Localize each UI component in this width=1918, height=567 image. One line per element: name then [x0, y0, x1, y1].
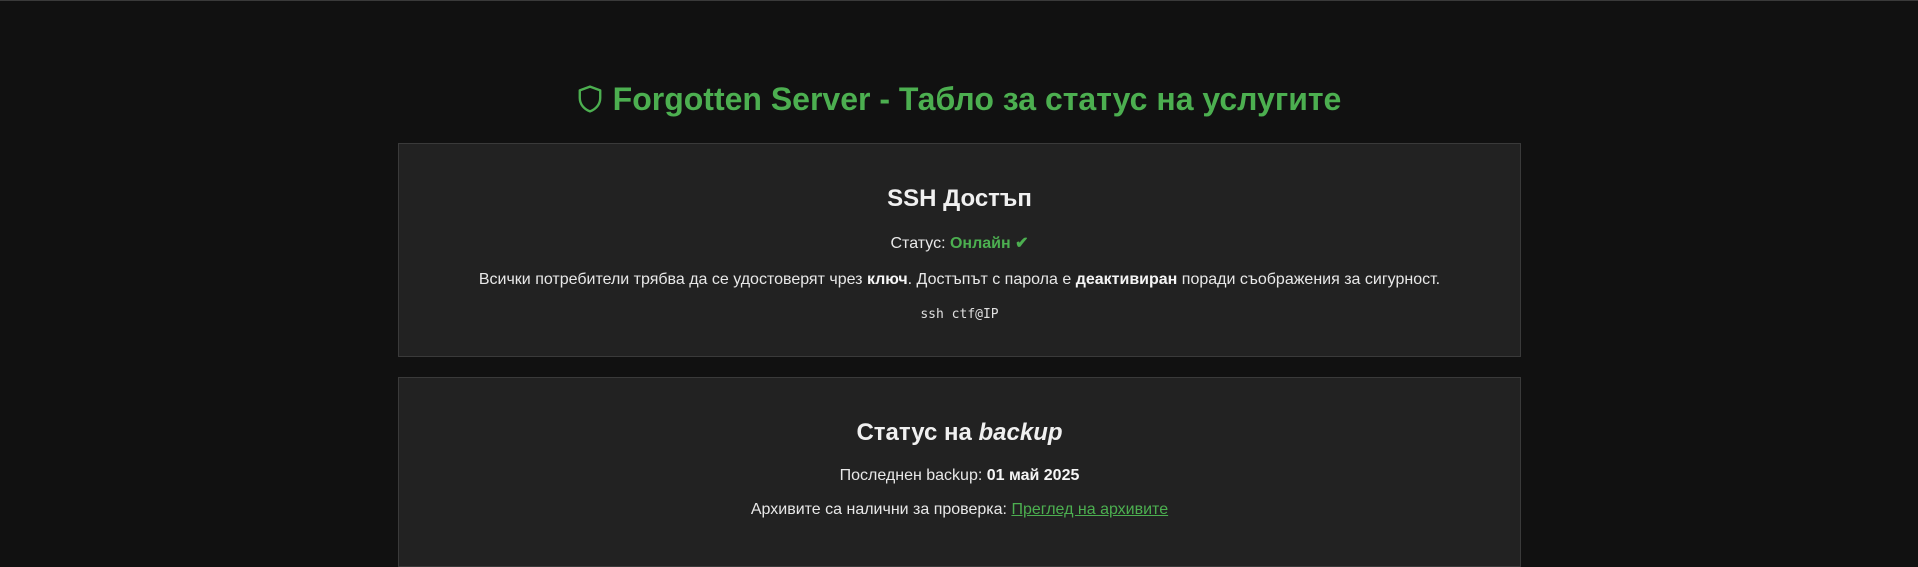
backup-card: Статус на backup Последнен backup: 01 ма…	[398, 377, 1521, 567]
ssh-status-label: Статус:	[890, 235, 950, 252]
ssh-status-line: Статус: Онлайн ✔	[399, 234, 1520, 254]
ssh-card: SSH Достъп Статус: Онлайн ✔ Всички потре…	[398, 143, 1521, 357]
page-title-text: Forgotten Server - Табло за статус на ус…	[612, 81, 1342, 117]
archives-link[interactable]: Преглед на архивите	[1011, 501, 1168, 518]
backup-title-prefix: Статус на	[856, 419, 979, 446]
backup-card-title: Статус на backup	[399, 378, 1520, 448]
ssh-description: Всички потребители трябва да се удостове…	[399, 270, 1520, 290]
ssh-desc-bold-key: ключ	[866, 271, 908, 288]
ssh-card-title: SSH Достъп	[887, 185, 1032, 212]
check-icon: ✔	[1015, 235, 1029, 252]
ssh-desc-text-1: Всички потребители трябва да се удостове…	[478, 271, 867, 288]
archives-line: Архивите са налични за проверка: Преглед…	[399, 500, 1520, 520]
backup-date-line: Последнен backup: 01 май 2025	[399, 466, 1520, 486]
shield-icon	[578, 85, 602, 113]
page-title: Forgotten Server - Табло за статус на ус…	[0, 79, 1918, 119]
backup-last-label: Последнен backup:	[839, 467, 987, 484]
ssh-command: ssh ctf@IP	[920, 307, 999, 322]
ssh-desc-text-3: поради съображения за сигурност.	[1177, 271, 1441, 288]
backup-last-value: 01 май 2025	[986, 467, 1080, 484]
ssh-status-value: Онлайн	[949, 235, 1011, 252]
top-border	[0, 0, 1918, 1]
archives-label: Архивите са налични за проверка:	[750, 501, 1012, 518]
ssh-desc-text-2: . Достъпът с парола е	[907, 271, 1076, 288]
ssh-desc-bold-disabled: деактивиран	[1075, 271, 1178, 288]
ssh-command-line: ssh ctf@IP	[399, 304, 1520, 325]
backup-title-em: backup	[978, 419, 1063, 446]
